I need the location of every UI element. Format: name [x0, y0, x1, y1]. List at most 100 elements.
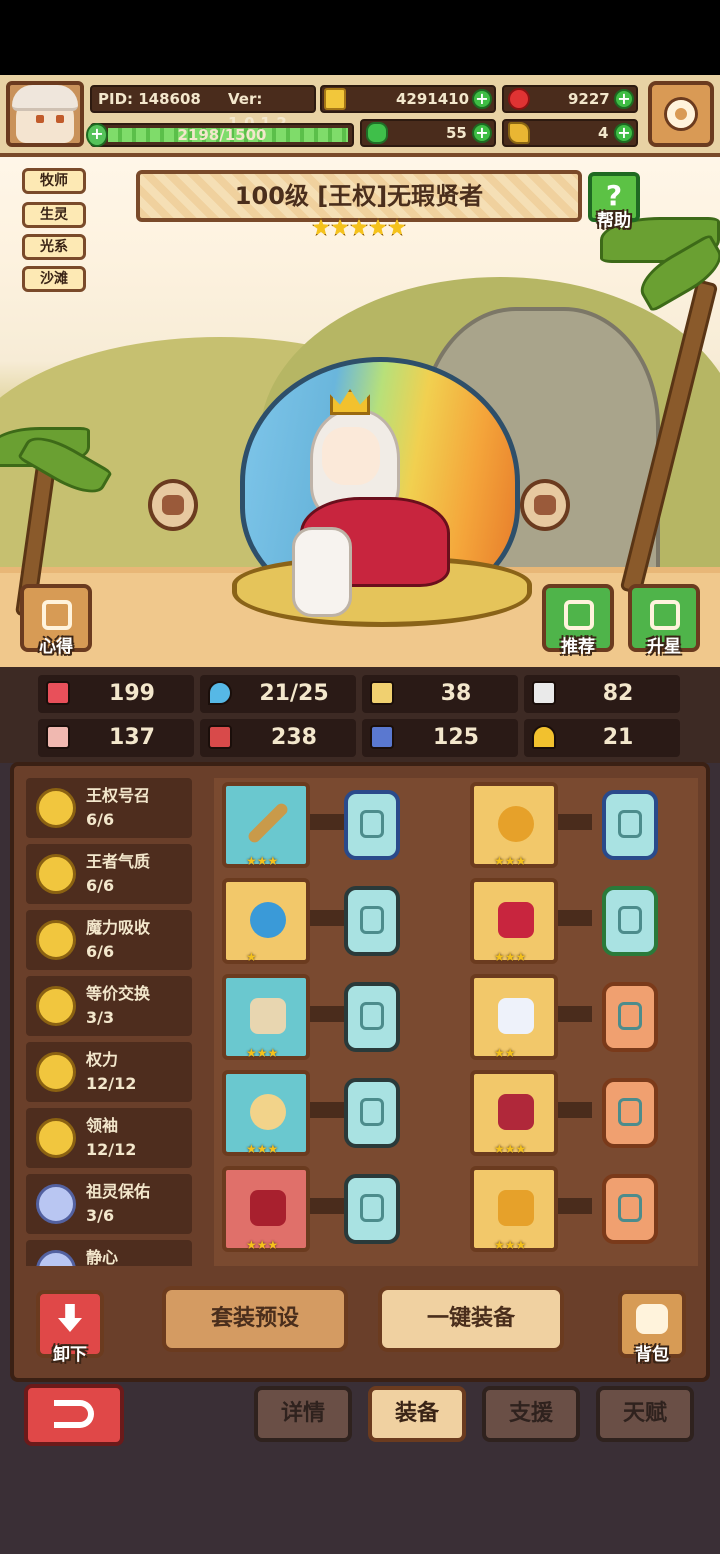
gold-coin-icon — [36, 920, 76, 960]
set-bonus-item[interactable]: 祖灵保佑 3/6 — [26, 1174, 192, 1234]
rune-slot[interactable] — [344, 790, 400, 860]
star-icon — [331, 218, 349, 236]
player-id: PID: 148608 — [98, 90, 201, 108]
slot-link — [552, 1198, 592, 1214]
set-count: 3/3 — [86, 1008, 115, 1027]
experience-text: 2198/1500 — [177, 126, 267, 144]
necklace-icon — [250, 998, 286, 1034]
stat-value: 238 — [271, 725, 317, 750]
set-name: 权力 — [86, 1050, 119, 1069]
slot-link — [552, 814, 592, 830]
set-bonus-item[interactable]: 静心 — [26, 1240, 192, 1266]
preset-button[interactable]: 套装预设 — [162, 1286, 348, 1352]
rune-glyph-icon — [360, 1098, 384, 1126]
add-gold-button[interactable]: + — [472, 89, 492, 109]
key-amount: 4 — [598, 124, 609, 142]
stat-luck: 21 — [524, 719, 680, 757]
settings-button[interactable] — [648, 81, 714, 147]
set-count: 12/12 — [86, 1074, 137, 1093]
slot-link — [304, 1102, 344, 1118]
hero-title: 100级 [王权]无瑕贤者 — [234, 182, 484, 210]
rune-slot[interactable] — [602, 1078, 658, 1148]
ruby-icon — [508, 88, 530, 110]
rune-glyph-icon — [618, 1098, 642, 1126]
pet-icon — [498, 998, 534, 1034]
arrow-down-icon — [58, 1304, 82, 1332]
key-icon — [508, 122, 530, 144]
rune-slot[interactable] — [344, 982, 400, 1052]
rune-slot[interactable] — [602, 886, 658, 956]
equip-slot-weapon[interactable]: ★★★ — [222, 782, 310, 868]
hat-icon — [250, 1190, 286, 1226]
avatar-eye-icon — [36, 115, 44, 123]
set-bonus-item[interactable]: 等价交换 3/3 — [26, 976, 192, 1036]
tab-talent[interactable]: 天赋 — [596, 1386, 694, 1442]
help-label: 帮助 — [597, 211, 631, 231]
gold-coin-icon — [324, 88, 346, 110]
set-bonus-item[interactable]: 领袖 12/12 — [26, 1108, 192, 1168]
hero-stats: 199 21/25 38 82 137 238 125 21 — [0, 667, 720, 763]
scepter-icon — [246, 801, 290, 845]
rune-slot[interactable] — [602, 1174, 658, 1244]
item-stars: ★★★ — [494, 854, 527, 868]
item-stars: ★ — [246, 950, 257, 964]
key-bar: 4 + — [502, 119, 638, 147]
set-name: 祖灵保佑 — [86, 1182, 151, 1201]
hero-detail-screen: PID: 148608 Ver: 1.0.1.2 4291410 + 9227 … — [0, 0, 720, 1554]
notes-label: 心得 — [39, 637, 73, 657]
clover-amount: 55 — [446, 124, 467, 142]
rune-slot[interactable] — [344, 1174, 400, 1244]
auto-equip-button[interactable]: 一键装备 — [378, 1286, 564, 1352]
set-bonus-item[interactable]: 魔力吸收 6/6 — [26, 910, 192, 970]
equip-slot-necklace[interactable]: ★★★ — [222, 974, 310, 1060]
equip-slot-crown[interactable]: ★★★ — [470, 782, 558, 868]
tiara-icon — [498, 806, 534, 842]
add-ruby-button[interactable]: + — [614, 89, 634, 109]
tab-details[interactable]: 详情 — [254, 1386, 352, 1442]
stat-attack: 137 — [38, 719, 194, 757]
top-hud: PID: 148608 Ver: 1.0.1.2 4291410 + 9227 … — [0, 75, 720, 157]
clover-bar: 55 + — [360, 119, 496, 147]
rune-slot[interactable] — [344, 886, 400, 956]
set-bonus-item[interactable]: 权力 12/12 — [26, 1042, 192, 1102]
hero-legs — [292, 527, 352, 617]
add-clover-button[interactable]: + — [472, 123, 492, 143]
gold-coin-icon — [36, 854, 76, 894]
add-key-button[interactable]: + — [614, 123, 634, 143]
equipment-actions: 卸下 套装预设 一键装备 背包 — [14, 1276, 714, 1376]
add-energy-icon[interactable]: + — [86, 123, 108, 147]
equip-slot-boots[interactable]: ★★★ — [470, 1166, 558, 1252]
tag-skin: 沙滩 — [22, 266, 86, 292]
rune-slot[interactable] — [344, 1078, 400, 1148]
next-hero-button[interactable] — [520, 479, 570, 531]
slot-link — [552, 1102, 592, 1118]
rune-glyph-icon — [618, 1194, 642, 1222]
stat-value: 137 — [109, 725, 155, 750]
set-bonus-item[interactable]: 王者气质 6/6 — [26, 844, 192, 904]
bag-label: 背包 — [635, 1345, 669, 1365]
equip-slot-belt[interactable]: ★★★ — [470, 1070, 558, 1156]
equip-slot-hat[interactable]: ★★★ — [222, 1166, 310, 1252]
rune-slot[interactable] — [602, 790, 658, 860]
tab-equipment[interactable]: 装备 — [368, 1386, 466, 1442]
equip-slot-ring[interactable]: ★★★ — [222, 1070, 310, 1156]
book-icon — [208, 725, 232, 749]
set-count: 3/6 — [86, 1206, 115, 1225]
ruby-bar: 9227 + — [502, 85, 638, 113]
rune-slot[interactable] — [602, 982, 658, 1052]
gold-coin-icon — [36, 1052, 76, 1092]
pid-version-bar: PID: 148608 Ver: 1.0.1.2 — [90, 85, 316, 132]
tab-support[interactable]: 支援 — [482, 1386, 580, 1442]
equip-slot-orb[interactable]: ★ — [222, 878, 310, 964]
equip-slot-pet[interactable]: ★★ — [470, 974, 558, 1060]
back-button[interactable] — [24, 1384, 124, 1446]
set-bonus-list[interactable]: 王权号召 6/6 王者气质 6/6 魔力吸收 6/6 等价交换 3/3 权力 1… — [26, 778, 202, 1266]
set-bonus-item[interactable]: 王权号召 6/6 — [26, 778, 192, 838]
stat-value: 21/25 — [259, 681, 329, 706]
star-badge-icon — [650, 600, 680, 630]
previous-hero-button[interactable] — [148, 479, 198, 531]
equip-slot-armor[interactable]: ★★★ — [470, 878, 558, 964]
stat-speed: 125 — [362, 719, 518, 757]
player-avatar[interactable] — [6, 81, 84, 147]
set-name: 领袖 — [86, 1116, 119, 1135]
